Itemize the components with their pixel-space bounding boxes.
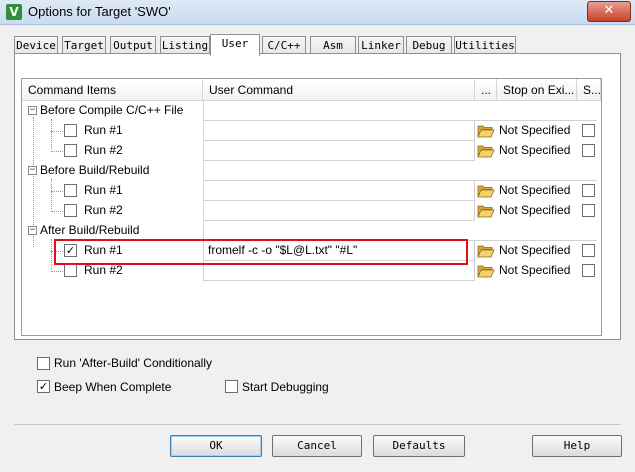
- user-command-input[interactable]: fromelf -c -o "$L@L.txt" "#L": [203, 241, 475, 261]
- table-row[interactable]: Run #2 Not Specified: [22, 141, 601, 161]
- tab-user[interactable]: User: [210, 34, 260, 56]
- tab-device[interactable]: Device: [14, 36, 58, 54]
- user-tab-panel: Command Items User Command ... Stop on E…: [14, 53, 621, 340]
- run-label: Run #2: [84, 263, 123, 277]
- folder-open-icon[interactable]: [477, 183, 495, 198]
- folder-open-icon[interactable]: [477, 243, 495, 258]
- group-row-before-build[interactable]: − Before Build/Rebuild: [22, 161, 601, 181]
- run-label: Run #2: [84, 143, 123, 157]
- run-checkbox-checked[interactable]: ✓: [64, 244, 77, 257]
- column-header-s[interactable]: S...: [577, 79, 601, 101]
- run-label: Run #1: [84, 243, 123, 257]
- run-checkbox[interactable]: [64, 124, 77, 137]
- run-checkbox[interactable]: [64, 144, 77, 157]
- tree-line: [51, 191, 63, 192]
- user-command-input[interactable]: [203, 261, 475, 281]
- collapse-icon[interactable]: −: [28, 166, 37, 175]
- column-header-user-command[interactable]: User Command: [203, 79, 475, 101]
- user-command-input[interactable]: [203, 121, 475, 141]
- tab-linker[interactable]: Linker: [358, 36, 404, 54]
- title-bar: V Options for Target 'SWO' ✕: [0, 0, 635, 25]
- group-label: Before Compile C/C++ File: [40, 103, 184, 117]
- run-label: Run #1: [84, 183, 123, 197]
- user-command-input[interactable]: [203, 201, 475, 221]
- app-icon: V: [6, 4, 22, 20]
- column-header-command-items[interactable]: Command Items: [22, 79, 203, 101]
- folder-open-icon[interactable]: [477, 203, 495, 218]
- s-checkbox[interactable]: [582, 124, 595, 137]
- s-checkbox[interactable]: [582, 244, 595, 257]
- tab-debug[interactable]: Debug: [406, 36, 452, 54]
- s-checkbox[interactable]: [582, 184, 595, 197]
- tree-line: [51, 131, 63, 132]
- tab-utilities[interactable]: Utilities: [454, 36, 516, 54]
- user-command-input[interactable]: [203, 141, 475, 161]
- stop-on-exit-value[interactable]: Not Specified: [499, 241, 577, 261]
- tree-line: [51, 151, 63, 152]
- s-checkbox[interactable]: [582, 264, 595, 277]
- tree-line: [51, 211, 63, 212]
- table-row[interactable]: Run #1 Not Specified: [22, 181, 601, 201]
- defaults-button[interactable]: Defaults: [373, 435, 465, 457]
- start-debugging-checkbox[interactable]: [225, 380, 238, 393]
- tab-output[interactable]: Output: [110, 36, 156, 54]
- ok-button[interactable]: OK: [170, 435, 262, 457]
- s-checkbox[interactable]: [582, 204, 595, 217]
- tree-line: [51, 271, 63, 272]
- collapse-icon[interactable]: −: [28, 106, 37, 115]
- table-row[interactable]: Run #2 Not Specified: [22, 261, 601, 281]
- group-label: After Build/Rebuild: [40, 223, 140, 237]
- help-button[interactable]: Help: [532, 435, 622, 457]
- run-checkbox[interactable]: [64, 184, 77, 197]
- user-command-input[interactable]: [203, 181, 475, 201]
- stop-on-exit-value[interactable]: Not Specified: [499, 121, 577, 141]
- group-label: Before Build/Rebuild: [40, 163, 150, 177]
- cancel-button[interactable]: Cancel: [272, 435, 362, 457]
- run-checkbox[interactable]: [64, 264, 77, 277]
- tab-target[interactable]: Target: [62, 36, 106, 54]
- s-checkbox[interactable]: [582, 144, 595, 157]
- tab-listing[interactable]: Listing: [160, 36, 210, 54]
- run-after-build-label: Run 'After-Build' Conditionally: [54, 356, 212, 370]
- group-spacer: [203, 161, 597, 181]
- run-checkbox[interactable]: [64, 204, 77, 217]
- window-title: Options for Target 'SWO': [28, 4, 171, 19]
- collapse-icon[interactable]: −: [28, 226, 37, 235]
- group-spacer: [203, 101, 597, 121]
- run-label: Run #1: [84, 123, 123, 137]
- tab-c-cpp[interactable]: C/C++: [262, 36, 306, 54]
- stop-on-exit-value[interactable]: Not Specified: [499, 201, 577, 221]
- stop-on-exit-value[interactable]: Not Specified: [499, 141, 577, 161]
- tree-line: [51, 251, 63, 252]
- folder-open-icon[interactable]: [477, 263, 495, 278]
- beep-label: Beep When Complete: [54, 380, 172, 394]
- table-row[interactable]: Run #1 Not Specified: [22, 121, 601, 141]
- user-command-grid: Command Items User Command ... Stop on E…: [21, 78, 602, 336]
- column-header-browse[interactable]: ...: [475, 79, 497, 101]
- group-row-after-build[interactable]: − After Build/Rebuild: [22, 221, 601, 241]
- folder-open-icon[interactable]: [477, 123, 495, 138]
- group-spacer: [203, 221, 597, 241]
- stop-on-exit-value[interactable]: Not Specified: [499, 181, 577, 201]
- start-debugging-label: Start Debugging: [242, 380, 329, 394]
- run-after-build-checkbox[interactable]: [37, 357, 50, 370]
- column-header-stop-on-exit[interactable]: Stop on Exi...: [497, 79, 577, 101]
- divider: [14, 424, 621, 425]
- table-row[interactable]: ✓ Run #1 fromelf -c -o "$L@L.txt" "#L" N…: [22, 241, 601, 261]
- folder-open-icon[interactable]: [477, 143, 495, 158]
- run-label: Run #2: [84, 203, 123, 217]
- tab-asm[interactable]: Asm: [310, 36, 356, 54]
- table-row[interactable]: Run #2 Not Specified: [22, 201, 601, 221]
- close-button[interactable]: ✕: [587, 1, 631, 22]
- stop-on-exit-value[interactable]: Not Specified: [499, 261, 577, 281]
- group-row-before-compile[interactable]: − Before Compile C/C++ File: [22, 101, 601, 121]
- beep-checkbox-checked[interactable]: ✓: [37, 380, 50, 393]
